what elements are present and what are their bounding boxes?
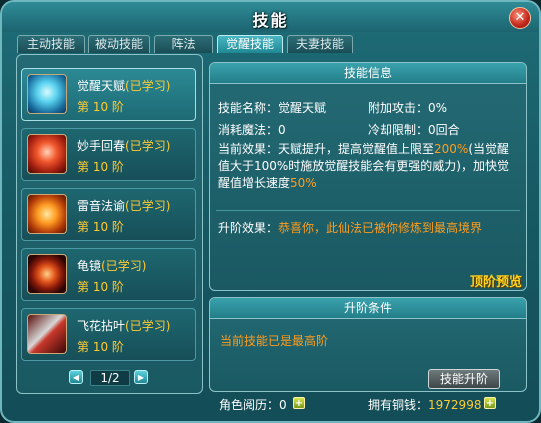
blade-icon (27, 314, 67, 354)
current-effect-text-1: 天赋提升，提高觉醒值上限至 (278, 142, 435, 156)
add-experience-button[interactable]: + (293, 397, 305, 409)
current-effect: 当前效果：天赋提升，提高觉醒值上限至200%(当觉醒值大于100%时施放觉醒技能… (218, 141, 518, 192)
skill-info-header: 技能信息 (210, 63, 526, 84)
skill-level: 第 10 阶 (77, 220, 124, 234)
current-effect-highlight-2: 50% (290, 176, 317, 190)
mana-cost-value: 0 (278, 123, 286, 137)
skill-level: 第 10 阶 (77, 340, 124, 354)
upgrade-condition-header: 升阶条件 (210, 298, 526, 319)
next-page-button[interactable]: ▶ (134, 370, 148, 384)
top-tier-preview-link[interactable]: 顶阶预览 (470, 271, 522, 290)
upgrade-condition-text: 当前技能已是最高阶 (220, 334, 329, 348)
cooldown-label: 冷却限制： (368, 123, 429, 137)
bonus-attack-value: 0% (428, 101, 448, 115)
skill-item[interactable]: 龟镜(已学习) 第 10 阶 (21, 248, 196, 301)
prev-page-button[interactable]: ◀ (69, 370, 83, 384)
flame-figure-icon (27, 194, 67, 234)
tab-awakening-skills[interactable]: 觉醒技能 (217, 35, 283, 53)
add-money-button[interactable]: + (484, 397, 496, 409)
tab-active-skills[interactable]: 主动技能 (17, 35, 85, 53)
tab-couple-skills[interactable]: 夫妻技能 (287, 35, 353, 53)
skill-status: (已学习) (125, 139, 171, 153)
bonus-attack-label: 附加攻击： (368, 101, 429, 115)
skill-name: 飞花拈叶 (77, 319, 126, 333)
upgrade-condition-panel: 升阶条件 当前技能已是最高阶 技能升阶 (209, 297, 527, 392)
skill-item[interactable]: 觉醒天赋(已学习) 第 10 阶 (21, 68, 196, 121)
page-indicator: 1/2 (90, 370, 130, 386)
skill-name-value: 觉醒天赋 (278, 101, 327, 115)
tab-passive-skills[interactable]: 被动技能 (88, 35, 150, 53)
skill-name-label: 技能名称： (218, 101, 279, 115)
experience-value: 0 (279, 398, 287, 412)
current-effect-highlight-1: 200% (434, 142, 469, 156)
money-label: 拥有铜钱： (368, 398, 429, 412)
divider (216, 210, 520, 211)
skill-item[interactable]: 飞花拈叶(已学习) 第 10 阶 (21, 308, 196, 361)
skill-status: (已学习) (125, 79, 171, 93)
close-icon[interactable]: ✕ (509, 7, 531, 29)
money-value: 1972998 (428, 398, 482, 412)
upgrade-effect-text: 恭喜你，此仙法已被你修炼到最高境界 (278, 221, 483, 235)
cooldown-value: 0回合 (428, 123, 460, 137)
shield-icon (27, 254, 67, 294)
skill-item[interactable]: 雷音法谕(已学习) 第 10 阶 (21, 188, 196, 241)
skill-name: 妙手回春 (77, 139, 126, 153)
tab-formation[interactable]: 阵法 (154, 35, 213, 53)
skill-status: (已学习) (125, 199, 171, 213)
upgrade-effect-label: 升阶效果： (218, 221, 279, 235)
current-effect-label: 当前效果： (218, 142, 279, 156)
skill-level: 第 10 阶 (77, 280, 124, 294)
blue-aura-figure-icon (27, 74, 67, 114)
skill-name: 觉醒天赋 (77, 79, 126, 93)
skill-list-panel: 觉醒天赋(已学习) 第 10 阶 妙手回春(已学习) 第 10 阶 雷音法谕(已… (16, 54, 203, 394)
skill-level: 第 10 阶 (77, 100, 124, 114)
skill-name: 龟镜 (77, 259, 102, 273)
skill-status: (已学习) (125, 319, 171, 333)
skill-level: 第 10 阶 (77, 160, 124, 174)
mana-cost-label: 消耗魔法： (218, 123, 279, 137)
red-aura-figure-icon (27, 134, 67, 174)
skill-window: 技能 ✕ 主动技能 被动技能 阵法 觉醒技能 夫妻技能 觉醒天赋(已学习) 第 … (0, 0, 541, 423)
skill-info-panel: 技能信息 技能名称：觉醒天赋 附加攻击：0% 消耗魔法：0 冷却限制：0回合 当… (209, 62, 527, 291)
skill-item[interactable]: 妙手回春(已学习) 第 10 阶 (21, 128, 196, 181)
skill-status: (已学习) (101, 259, 147, 273)
title-bar: 技能 ✕ (2, 2, 539, 32)
skill-name: 雷音法谕 (77, 199, 126, 213)
skill-upgrade-button[interactable]: 技能升阶 (428, 369, 500, 389)
experience-label: 角色阅历： (219, 398, 280, 412)
window-title: 技能 (252, 11, 289, 30)
